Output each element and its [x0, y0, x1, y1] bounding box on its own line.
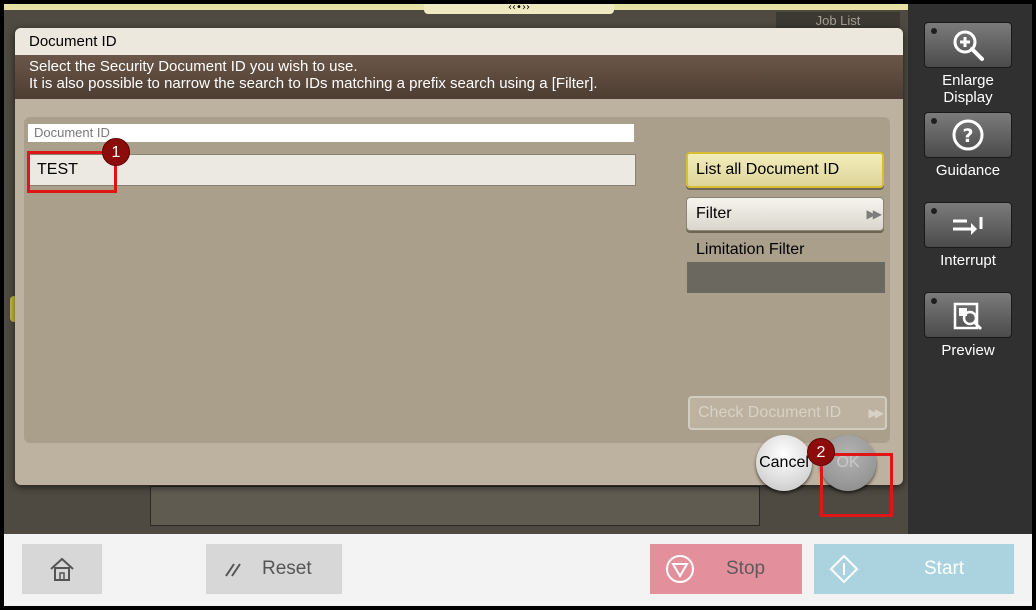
enlarge-display-button[interactable]: Enlarge Display — [924, 22, 1012, 106]
document-id-dialog: Document ID Select the Security Document… — [15, 28, 903, 485]
reset-button[interactable]: Reset — [206, 544, 342, 594]
preview-label: Preview — [941, 342, 995, 359]
filter-label: Filter — [696, 205, 732, 222]
start-icon — [829, 554, 859, 584]
stop-button[interactable]: Stop — [650, 544, 802, 594]
preview-icon — [924, 292, 1012, 338]
dialog-content: Document ID TEST List all Document ID Fi… — [24, 117, 890, 443]
list-all-document-id-button[interactable]: List all Document ID — [686, 152, 884, 188]
check-document-label: Check Document ID — [698, 404, 842, 421]
bottom-bar: Reset Stop Start — [4, 534, 1032, 606]
svg-text:?: ? — [962, 125, 973, 147]
double-chevron-right-icon: ▶▶ — [868, 406, 885, 420]
instruction-line-1: Select the Security Document ID you wish… — [29, 58, 358, 75]
zoom-in-icon — [924, 22, 1012, 68]
highlight-box-2 — [820, 453, 893, 517]
reset-label: Reset — [262, 558, 312, 579]
guidance-label: Guidance — [935, 162, 1001, 179]
cancel-button[interactable]: Cancel — [756, 435, 812, 491]
reset-icon — [225, 563, 241, 577]
home-icon — [50, 557, 74, 581]
step-badge-1: 1 — [102, 138, 130, 166]
dialog-title: Document ID — [15, 28, 903, 55]
start-button[interactable]: Start — [814, 544, 1014, 594]
stop-label: Stop — [726, 558, 766, 579]
home-button[interactable] — [22, 544, 102, 594]
double-chevron-right-icon: ▶▶ — [866, 207, 883, 221]
side-panel: Enlarge Display ? Guidance Interrupt Pre… — [908, 4, 1032, 534]
filter-button[interactable]: Filter ▶▶ — [686, 197, 884, 231]
help-icon: ? — [924, 112, 1012, 158]
step-badge-2: 2 — [807, 438, 835, 466]
enlarge-display-label: Enlarge Display — [942, 72, 994, 106]
panel-handle[interactable]: ‹‹•›› — [424, 4, 614, 14]
interrupt-button[interactable]: Interrupt — [924, 202, 1012, 269]
preview-button[interactable]: Preview — [924, 292, 1012, 359]
interrupt-icon — [924, 202, 1012, 248]
stop-icon — [666, 555, 694, 583]
guidance-button[interactable]: ? Guidance — [924, 112, 1012, 179]
screen: Job List ‹‹•›› Enlarge Display ? Guidanc… — [4, 4, 1032, 606]
dialog-instructions: Select the Security Document ID you wish… — [15, 55, 903, 99]
start-label: Start — [924, 558, 965, 579]
background-field — [150, 486, 760, 526]
limitation-filter-label: Limitation Filter — [696, 241, 805, 258]
limitation-filter-value — [687, 262, 885, 293]
list-all-label: List all Document ID — [696, 161, 840, 178]
check-document-id-button[interactable]: Check Document ID ▶▶ — [688, 396, 887, 430]
interrupt-label: Interrupt — [940, 252, 996, 269]
instruction-line-2: It is also possible to narrow the search… — [29, 75, 598, 92]
